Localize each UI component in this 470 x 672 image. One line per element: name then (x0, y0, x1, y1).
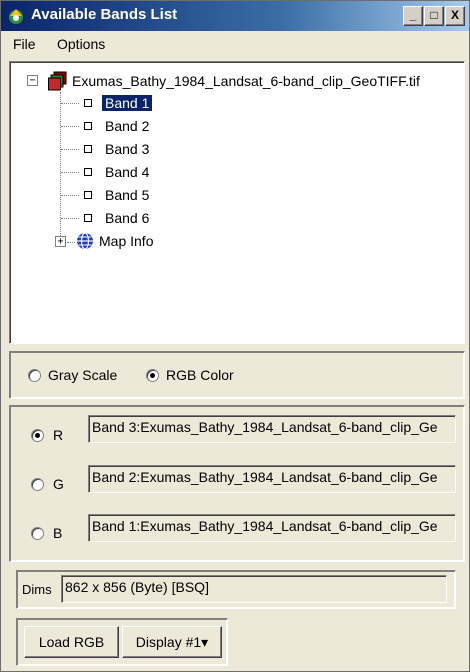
collapse-toggle[interactable]: − (27, 75, 38, 86)
tree-connector (61, 172, 79, 173)
r-label: R (53, 427, 64, 443)
red-band-field[interactable]: Band 3:Exumas_Bathy_1984_Landsat_6-band_… (88, 415, 456, 443)
g-label: G (53, 476, 64, 492)
bands-tree[interactable]: − Exumas_Bathy_1984_Landsat_6-band_clip_… (9, 61, 465, 344)
tree-item-band-1[interactable]: Band 1 (100, 92, 154, 114)
gray-scale-label: Gray Scale (48, 367, 118, 383)
minimize-button[interactable]: _ (403, 6, 423, 26)
band-icon (84, 145, 92, 153)
rgb-color-radio[interactable] (146, 369, 159, 382)
tree-item-band-3[interactable]: Band 3 (105, 138, 149, 160)
rgb-color-label: RGB Color (166, 367, 234, 383)
tree-connector (61, 103, 79, 104)
band-icon (84, 168, 92, 176)
title-bar[interactable]: Available Bands List _ □ X (1, 1, 469, 31)
raster-file-icon (48, 71, 67, 91)
tree-root-file[interactable]: Exumas_Bathy_1984_Landsat_6-band_clip_Ge… (72, 70, 420, 92)
display-dropdown[interactable]: Display #1▾ (122, 626, 222, 658)
band-icon (84, 214, 92, 222)
envi-app-icon (9, 9, 23, 24)
b-radio[interactable] (31, 527, 44, 540)
globe-icon (77, 232, 93, 250)
menu-options[interactable]: Options (57, 36, 105, 52)
load-rgb-button[interactable]: Load RGB (24, 626, 119, 658)
tree-connector (61, 126, 79, 127)
dims-label: Dims (22, 582, 52, 597)
tree-connector (61, 149, 79, 150)
window-title: Available Bands List (31, 6, 178, 23)
dims-group: Dims 862 x 856 (Byte) [BSQ] (16, 570, 456, 609)
button-group: Load RGB Display #1▾ (16, 618, 228, 666)
band-icon (84, 122, 92, 130)
tree-connector (61, 195, 79, 196)
menu-bar: File Options (1, 31, 469, 57)
band-label: Band 1 (100, 94, 154, 112)
available-bands-window: Available Bands List _ □ X File Options … (0, 0, 470, 672)
tree-item-band-4[interactable]: Band 4 (105, 161, 149, 183)
display-label: Display #1 (135, 634, 202, 650)
tree-item-map-info[interactable]: Map Info (99, 230, 153, 252)
g-radio[interactable] (31, 478, 44, 491)
r-radio[interactable] (31, 429, 44, 442)
green-band-field[interactable]: Band 2:Exumas_Bathy_1984_Landsat_6-band_… (88, 465, 456, 493)
dims-field: 862 x 856 (Byte) [BSQ] (61, 575, 447, 603)
chevron-down-icon: ▾ (201, 634, 209, 650)
rgb-band-group: R Band 3:Exumas_Bathy_1984_Landsat_6-ban… (9, 405, 465, 562)
band-icon (84, 99, 92, 107)
expand-toggle[interactable]: + (55, 236, 66, 247)
blue-band-field[interactable]: Band 1:Exumas_Bathy_1984_Landsat_6-band_… (88, 514, 456, 542)
close-button[interactable]: X (445, 6, 465, 26)
tree-connector (67, 242, 75, 243)
menu-file[interactable]: File (13, 36, 36, 52)
tree-connector (60, 92, 61, 242)
tree-item-band-6[interactable]: Band 6 (105, 207, 149, 229)
maximize-button[interactable]: □ (424, 6, 444, 26)
tree-connector (61, 218, 79, 219)
band-icon (84, 191, 92, 199)
b-label: B (53, 525, 63, 541)
gray-scale-radio[interactable] (28, 369, 41, 382)
color-mode-group: Gray Scale RGB Color (9, 351, 465, 399)
tree-item-band-2[interactable]: Band 2 (105, 115, 149, 137)
tree-item-band-5[interactable]: Band 5 (105, 184, 149, 206)
